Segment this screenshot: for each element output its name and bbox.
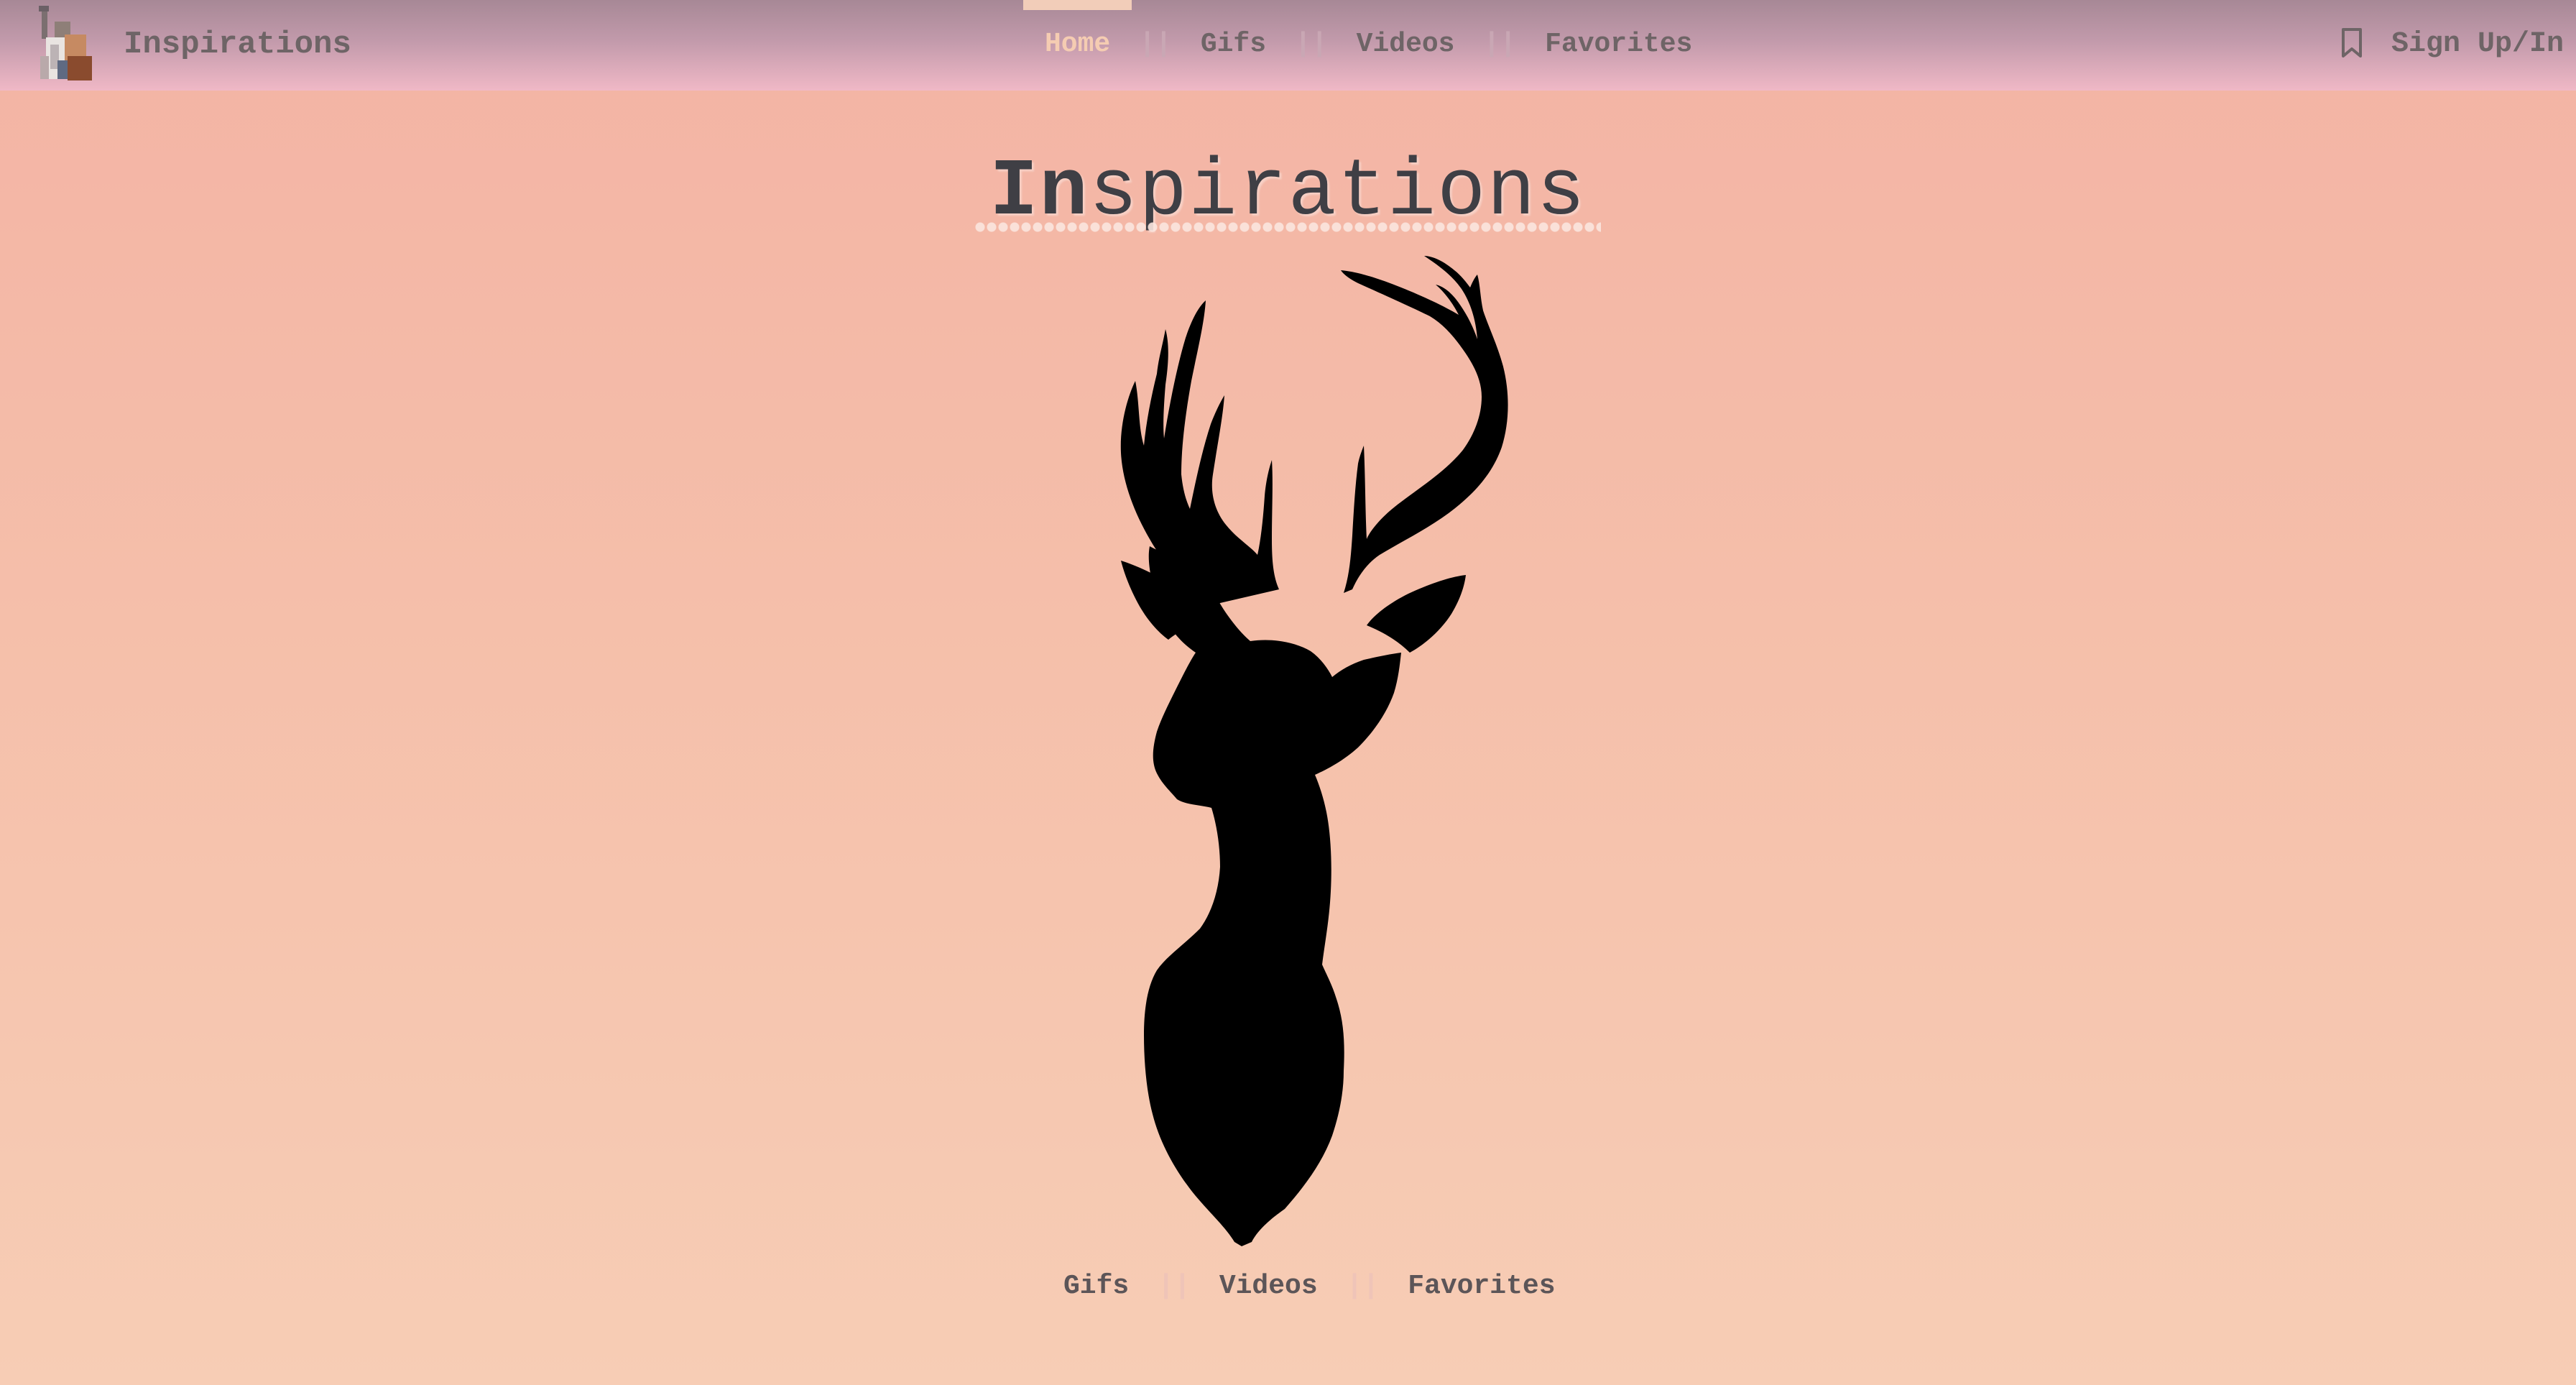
footer-gifs-link[interactable]: Gifs bbox=[1063, 1266, 1129, 1307]
sign-up-in-link[interactable]: Sign Up/In bbox=[2391, 24, 2564, 65]
nav-home-link[interactable]: Home bbox=[1022, 0, 1132, 65]
nav-separator: || bbox=[1139, 29, 1172, 60]
nav-videos-link[interactable]: Videos bbox=[1357, 24, 1455, 65]
title-underline-decoration bbox=[974, 221, 1601, 233]
nav-gifs-link[interactable]: Gifs bbox=[1201, 24, 1266, 65]
nav-separator: || bbox=[1483, 29, 1517, 60]
nav-separator: || bbox=[1295, 29, 1328, 60]
brand-name[interactable]: Inspirations bbox=[124, 24, 351, 65]
footer-videos-link[interactable]: Videos bbox=[1219, 1266, 1318, 1307]
deer-head-silhouette bbox=[1120, 256, 1508, 1246]
top-navbar: Inspirations Home || Gifs || Videos || F… bbox=[0, 0, 2576, 91]
main-nav: Home || Gifs || Videos || Favorites bbox=[1022, 0, 1692, 65]
footer-separator: || bbox=[1346, 1271, 1380, 1302]
footer-separator: || bbox=[1158, 1271, 1191, 1302]
bookmark-icon[interactable] bbox=[2340, 27, 2364, 59]
nav-favorites-link[interactable]: Favorites bbox=[1545, 24, 1692, 65]
collage-logo-icon[interactable] bbox=[36, 6, 95, 82]
footer-favorites-link[interactable]: Favorites bbox=[1408, 1266, 1555, 1307]
footer-nav: Gifs || Videos || Favorites bbox=[1063, 1266, 1556, 1307]
